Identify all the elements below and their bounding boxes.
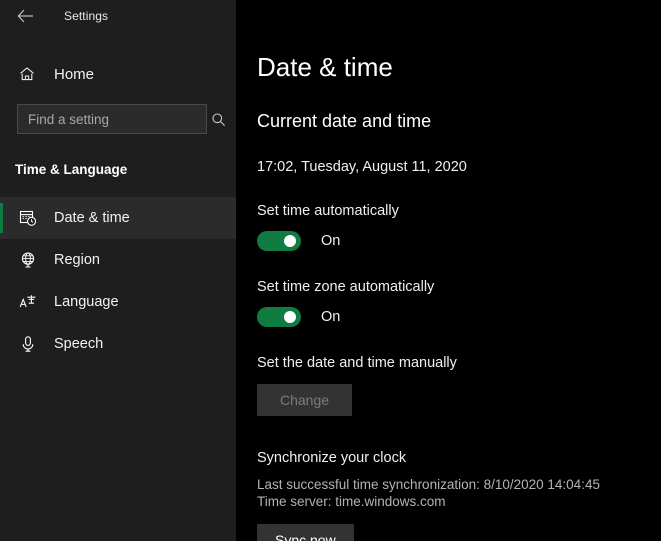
selection-indicator — [0, 245, 3, 275]
sidebar-item-language[interactable]: Language — [0, 281, 236, 323]
set-time-zone-automatically-row: On — [257, 307, 661, 327]
page-title: Date & time — [257, 52, 393, 82]
current-datetime-value: 17:02, Tuesday, August 11, 2020 — [257, 159, 467, 175]
set-time-automatically-toggle[interactable] — [257, 231, 301, 251]
settings-window: Settings Home Time & Language — [0, 0, 661, 541]
section-title-current-date-and-time: Current date and time — [257, 111, 432, 131]
set-time-zone-automatically-state: On — [321, 309, 341, 325]
selection-indicator — [0, 329, 3, 359]
synchronize-clock-heading: Synchronize your clock — [257, 450, 407, 466]
set-time-zone-automatically-toggle[interactable] — [257, 307, 301, 327]
toggle-knob — [284, 235, 296, 247]
sidebar-item-home-label: Home — [54, 65, 95, 83]
main-content: Date & time Current date and time 17:02,… — [236, 0, 661, 541]
set-time-automatically-row: On — [257, 231, 661, 251]
calendar-clock-icon — [17, 209, 39, 227]
change-button[interactable]: Change — [257, 384, 352, 416]
sidebar-item-speech-label: Speech — [54, 336, 104, 352]
sync-now-button[interactable]: Sync now — [257, 524, 354, 541]
home-icon — [17, 66, 37, 82]
selection-indicator — [0, 203, 3, 233]
language-icon — [17, 293, 39, 311]
last-sync-text: Last successful time synchronization: 8/… — [257, 477, 600, 492]
sidebar-item-region[interactable]: Region — [0, 239, 236, 281]
sidebar-group-title: Time & Language — [15, 162, 128, 177]
sidebar-item-date-and-time-label: Date & time — [54, 210, 130, 226]
search-box[interactable] — [17, 104, 225, 134]
set-time-automatically-label: Set time automatically — [257, 203, 399, 219]
search-input[interactable] — [18, 111, 211, 127]
sidebar-item-home[interactable]: Home — [0, 58, 236, 90]
set-date-time-manually-label: Set the date and time manually — [257, 355, 457, 371]
title-bar: Settings — [0, 0, 236, 32]
search-icon[interactable] — [211, 112, 226, 127]
globe-icon — [17, 251, 39, 269]
time-server-text: Time server: time.windows.com — [257, 494, 446, 509]
back-arrow-icon[interactable] — [10, 2, 40, 30]
microphone-icon — [17, 335, 39, 353]
set-time-automatically-state: On — [321, 233, 341, 249]
sidebar-item-region-label: Region — [54, 252, 100, 268]
sidebar-nav: Date & time Region Language Speech — [0, 197, 236, 365]
app-title: Settings — [64, 9, 109, 23]
sidebar-item-date-and-time[interactable]: Date & time — [0, 197, 236, 239]
toggle-knob — [284, 311, 296, 323]
sidebar-item-speech[interactable]: Speech — [0, 323, 236, 365]
set-time-zone-automatically-label: Set time zone automatically — [257, 279, 435, 295]
sidebar-item-language-label: Language — [54, 294, 119, 310]
sidebar: Settings Home Time & Language — [0, 0, 236, 541]
selection-indicator — [0, 287, 3, 317]
